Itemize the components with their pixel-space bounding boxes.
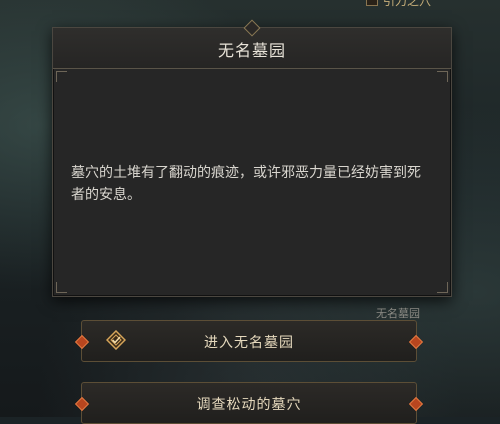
option-label: 调查松动的墓穴 xyxy=(196,397,302,413)
dialog-body-text: 墓穴的土堆有了翻动的痕迹，或许邪恶力量已经妨害到死者的安息。 xyxy=(71,165,421,203)
option-investigate-grave-button[interactable]: 调查松动的墓穴 xyxy=(81,382,417,424)
dialog-title: 无名墓园 xyxy=(217,41,286,60)
top-checkbox-label: 引力之穴 xyxy=(383,0,432,8)
corner-ornament xyxy=(56,282,67,293)
corner-ornament xyxy=(56,71,67,82)
event-dialog: 无名墓园 墓穴的土堆有了翻动的痕迹，或许邪恶力量已经妨害到死者的安息。 xyxy=(52,19,452,297)
option-label: 进入无名墓园 xyxy=(204,335,294,351)
corner-ornament xyxy=(437,71,448,82)
corner-ornament xyxy=(437,282,448,293)
top-checkbox[interactable] xyxy=(366,0,378,6)
location-label: 无名墓园 xyxy=(376,307,420,320)
option-enter-cemetery-button[interactable]: 进入无名墓园 xyxy=(81,320,417,362)
